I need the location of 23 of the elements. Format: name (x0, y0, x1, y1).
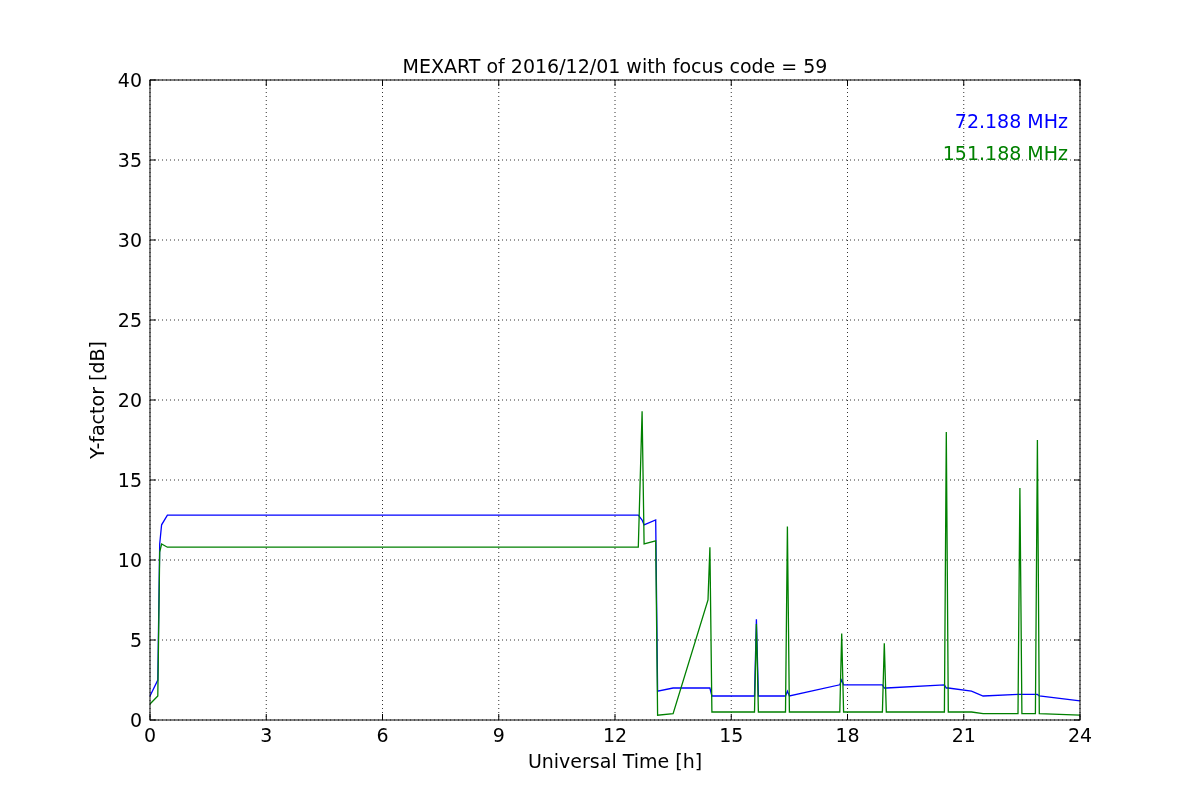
chart-title: MEXART of 2016/12/01 with focus code = 59 (402, 55, 828, 77)
x-tick-label: 12 (602, 724, 628, 746)
y-tick-label: 15 (117, 469, 142, 491)
x-tick-label: 9 (492, 724, 505, 746)
x-tick-label: 0 (143, 724, 157, 746)
x-tick-label: 15 (719, 724, 744, 746)
x-tick-label: 18 (835, 724, 860, 746)
x-tick-label: 6 (376, 724, 389, 746)
y-tick-label: 25 (117, 309, 142, 331)
x-tick-label: 3 (260, 724, 273, 746)
x-tick-label: 21 (951, 724, 976, 746)
y-tick-label: 0 (129, 709, 142, 731)
x-axis-label: Universal Time [h] (527, 750, 703, 772)
y-tick-label: 35 (117, 149, 142, 171)
legend-label: 72.188 MHz (954, 110, 1068, 132)
y-axis-label: Y-factor [dB] (86, 341, 108, 459)
y-tick-label: 10 (117, 549, 142, 571)
legend-label: 151.188 MHz (942, 142, 1068, 164)
y-tick-label: 5 (129, 629, 142, 651)
y-tick-label: 40 (117, 69, 142, 91)
y-tick-label: 30 (117, 229, 142, 251)
x-tick-label: 24 (1067, 724, 1093, 746)
y-tick-label: 20 (117, 389, 142, 411)
